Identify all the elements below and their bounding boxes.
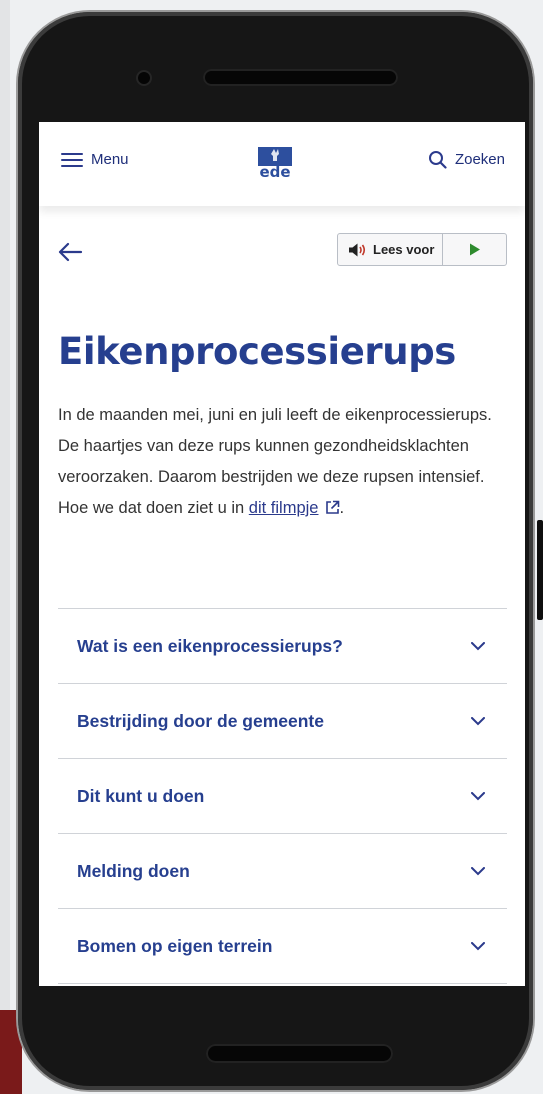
speaker-grille	[203, 69, 398, 86]
background-strip	[0, 0, 10, 1094]
external-link-icon	[325, 500, 339, 514]
home-bar	[206, 1044, 393, 1063]
accordion-item[interactable]: Wat is een eikenprocessierups?	[58, 609, 507, 684]
search-label: Zoeken	[454, 151, 505, 168]
accordion-item[interactable]: Bomen op eigen terrein	[58, 909, 507, 984]
accordion: Wat is een eikenprocessierups? Bestrijdi…	[58, 608, 507, 984]
accordion-item[interactable]: Dit kunt u doen	[58, 759, 507, 834]
chevron-down-icon	[471, 866, 485, 875]
phone-side-button	[537, 520, 543, 620]
menu-button[interactable]: Menu	[61, 151, 129, 168]
play-button[interactable]	[443, 234, 506, 265]
menu-label: Menu	[91, 151, 129, 168]
video-link[interactable]: dit filmpje	[249, 499, 319, 517]
chevron-down-icon	[471, 791, 485, 800]
intro-period: .	[339, 499, 345, 517]
read-aloud-label: Lees voor	[373, 242, 435, 257]
speaker-icon	[349, 243, 366, 256]
accordion-item-title: Melding doen	[77, 860, 190, 881]
intro-paragraph: In de maanden mei, juni en juli leeft de…	[58, 400, 510, 524]
logo-text: ede	[259, 163, 290, 180]
page-title: Eikenprocessierups	[58, 330, 456, 373]
search-icon	[428, 151, 447, 169]
read-aloud-widget: Lees voor	[337, 233, 507, 266]
accordion-item-title: Wat is een eikenprocessierups?	[77, 635, 343, 656]
accordion-item[interactable]: Melding doen	[58, 834, 507, 909]
camera-icon	[138, 72, 150, 84]
chevron-down-icon	[471, 716, 485, 725]
back-arrow-icon[interactable]	[57, 242, 83, 262]
top-navigation: Menu ede Zoeken	[39, 122, 525, 206]
ede-logo[interactable]: ede	[256, 146, 294, 180]
accordion-item-title: Bomen op eigen terrein	[77, 935, 273, 956]
read-aloud-button[interactable]: Lees voor	[338, 234, 444, 265]
accordion-item-title: Dit kunt u doen	[77, 785, 205, 806]
play-icon	[469, 243, 480, 256]
phone-screen: Menu ede Zoeken Lees voor Eikenprocessie…	[39, 122, 525, 986]
hamburger-icon	[61, 152, 83, 167]
chevron-down-icon	[471, 641, 485, 650]
chevron-down-icon	[471, 941, 485, 950]
search-button[interactable]: Zoeken	[428, 150, 505, 169]
accordion-item-title: Bestrijding door de gemeente	[77, 710, 324, 731]
accordion-item[interactable]: Bestrijding door de gemeente	[58, 684, 507, 759]
